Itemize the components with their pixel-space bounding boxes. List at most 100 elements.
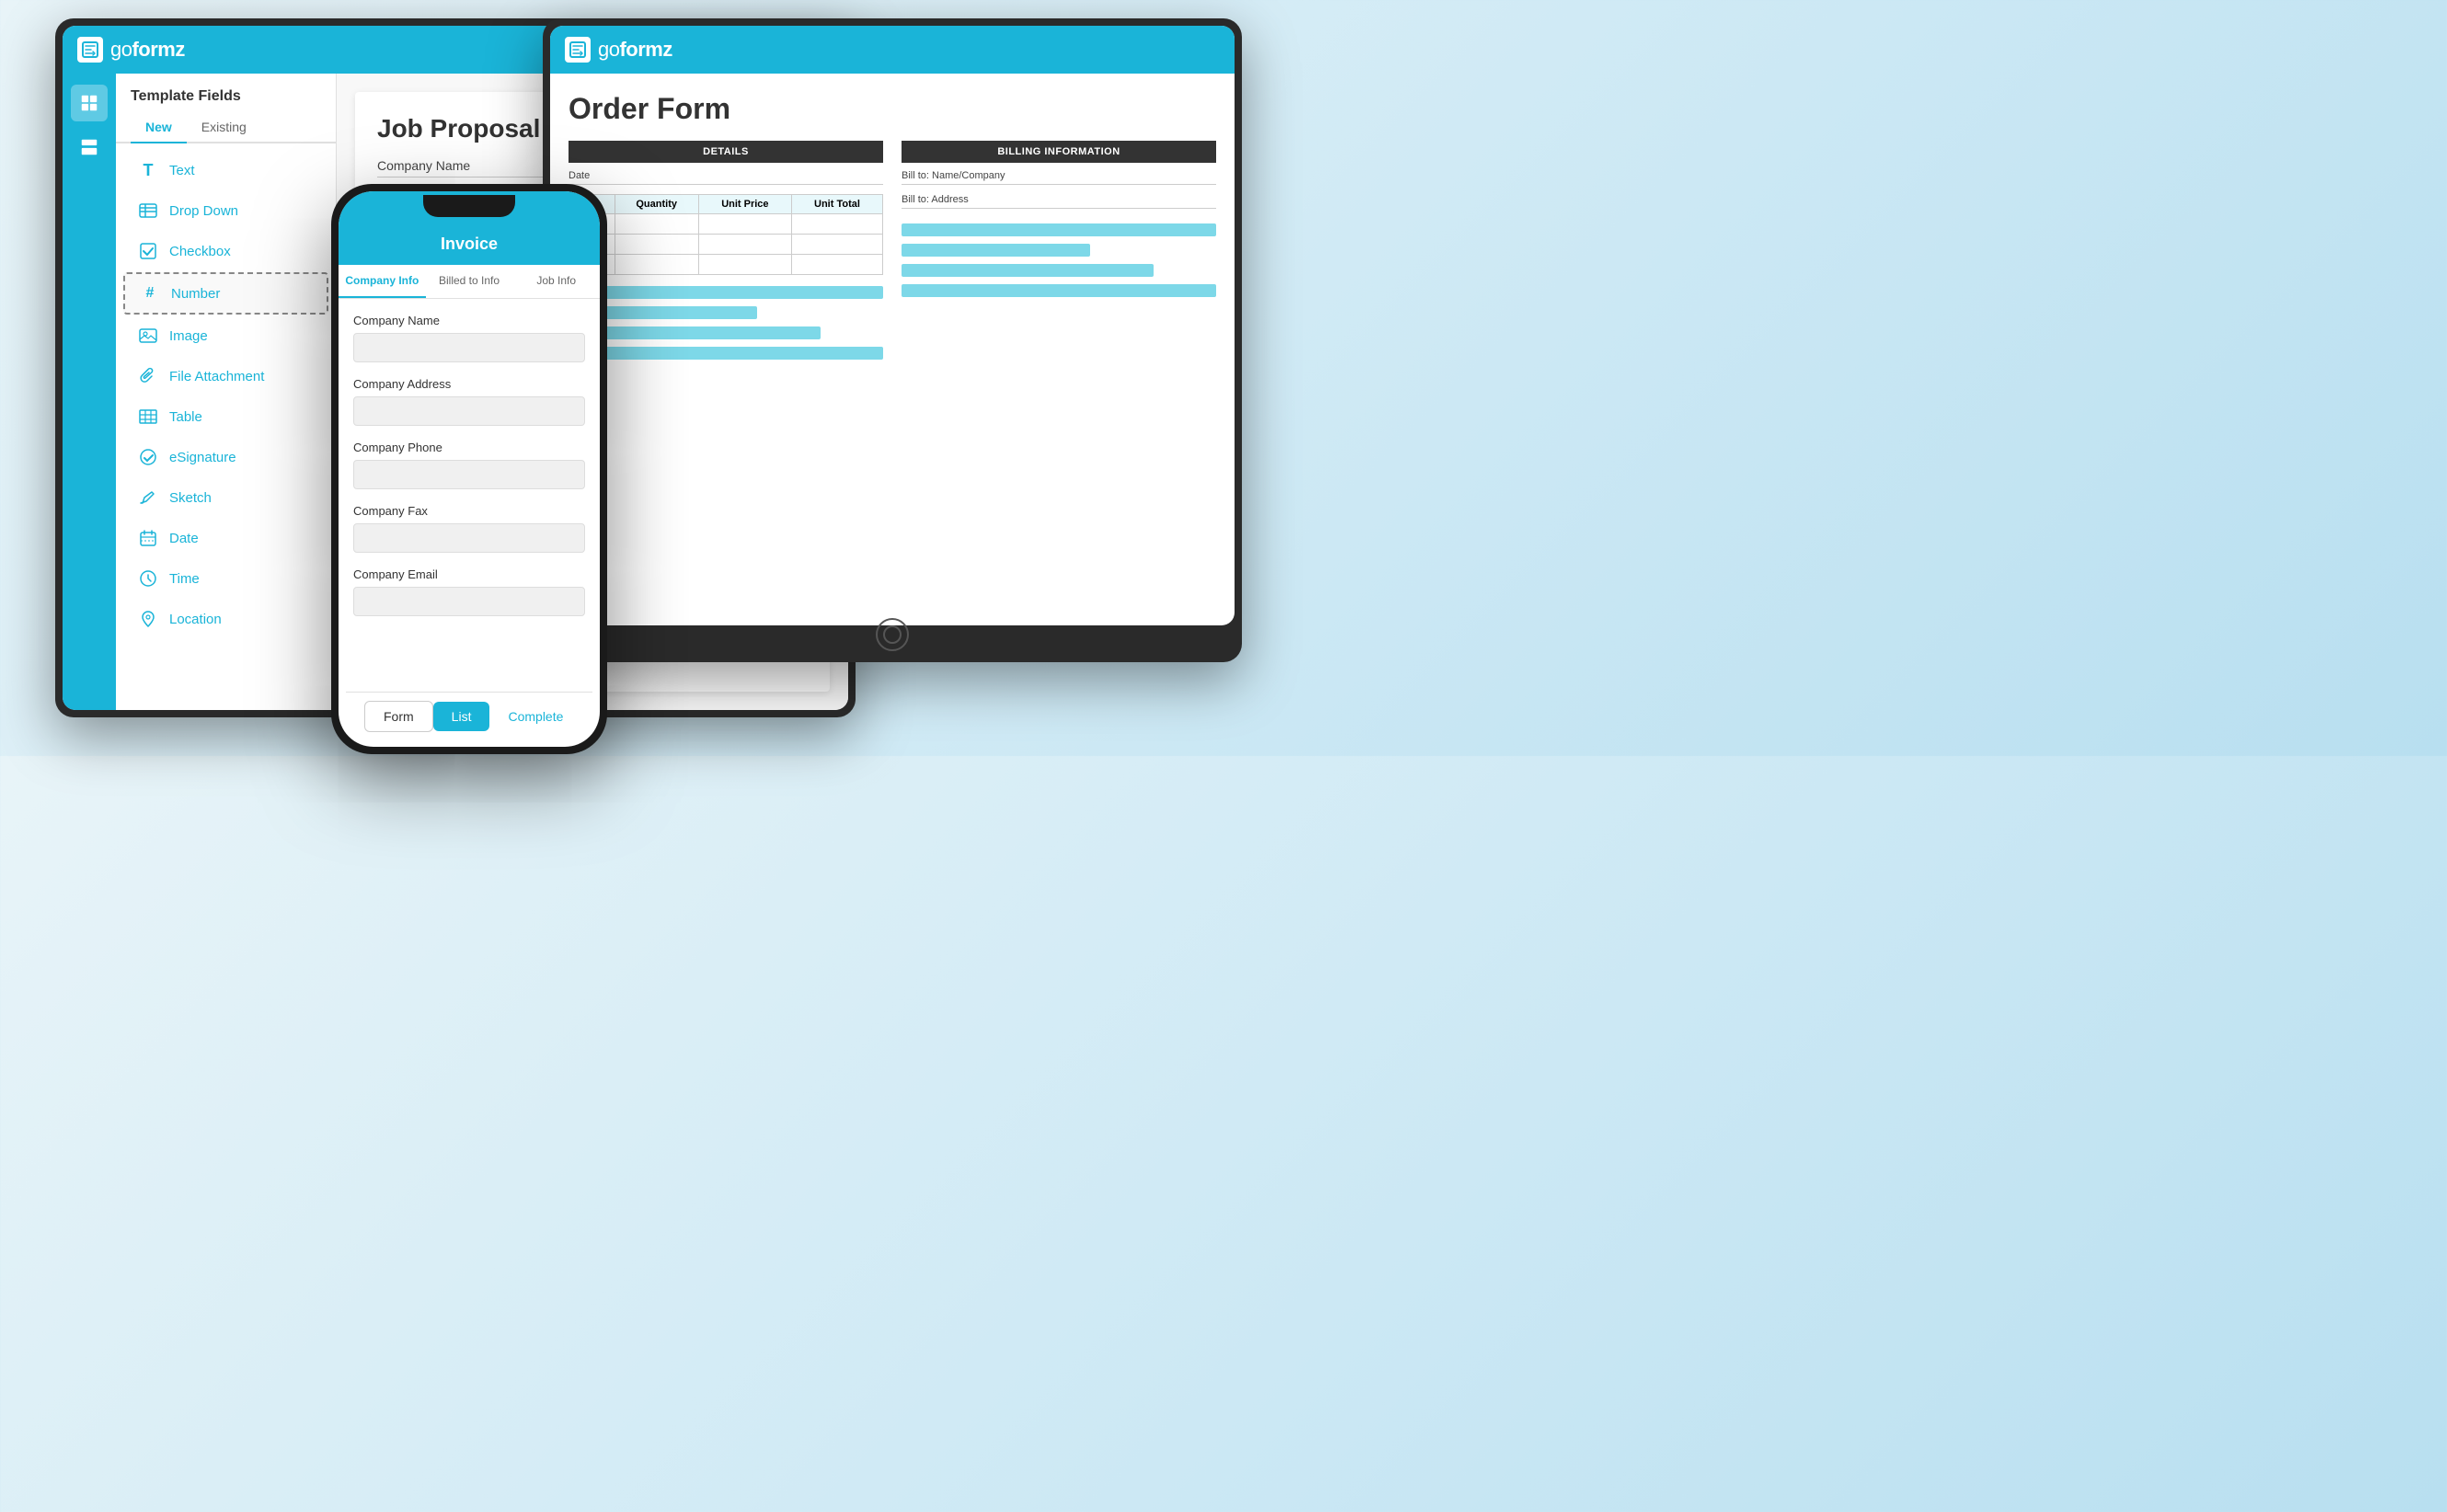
dropdown-field-icon [138, 200, 158, 221]
phone-btn-complete[interactable]: Complete [489, 702, 581, 731]
logo-icon-2 [565, 37, 591, 63]
field-item-checkbox[interactable]: Checkbox [123, 232, 328, 270]
order-items-table: ion Quantity Unit Price Unit Total [569, 194, 883, 275]
phone: Invoice Company Info Billed to Info Job … [331, 184, 607, 754]
phone-input-company-email[interactable] [353, 587, 585, 616]
field-item-text[interactable]: T Text [123, 151, 328, 189]
tab-new[interactable]: New [131, 112, 187, 143]
order-date-line [569, 184, 883, 185]
field-item-image[interactable]: Image [123, 316, 328, 355]
logo-1: goformz [77, 37, 185, 63]
field-item-sketch[interactable]: Sketch [123, 478, 328, 517]
phone-tabs: Company Info Billed to Info Job Info [339, 265, 600, 299]
phone-tab-company-info[interactable]: Company Info [339, 265, 426, 298]
phone-tab-job-info[interactable]: Job Info [512, 265, 600, 298]
phone-label-company-address: Company Address [353, 377, 585, 391]
field-item-location[interactable]: Location [123, 600, 328, 638]
phone-form-content: Company Name Company Address Company Pho… [339, 299, 600, 707]
field-label-image: Image [169, 328, 208, 344]
field-item-file[interactable]: File Attachment [123, 357, 328, 395]
order-billing-bar: BILLING INFORMATION [902, 141, 1216, 163]
phone-field-company-email: Company Email [353, 567, 585, 616]
teal-block-6 [902, 244, 1090, 257]
tab-existing[interactable]: Existing [187, 112, 261, 143]
tablet-2-home-button[interactable] [876, 618, 909, 651]
table-row [569, 214, 883, 235]
phone-screen: Invoice Company Info Billed to Info Job … [339, 191, 600, 747]
phone-input-company-address[interactable] [353, 396, 585, 426]
table-row [569, 255, 883, 275]
text-field-icon: T [138, 160, 158, 180]
field-item-date[interactable]: Date [123, 519, 328, 557]
field-item-time[interactable]: Time [123, 559, 328, 598]
logo-2: goformz [565, 37, 672, 63]
field-item-esignature[interactable]: eSignature [123, 438, 328, 476]
template-tabs: New Existing [116, 112, 336, 143]
teal-block-7 [902, 264, 1154, 277]
phone-input-company-fax[interactable] [353, 523, 585, 553]
phone-label-company-name: Company Name [353, 314, 585, 327]
phone-notch [423, 195, 515, 217]
phone-label-company-fax: Company Fax [353, 504, 585, 518]
location-field-icon [138, 609, 158, 629]
logo-text-2: goformz [598, 38, 672, 62]
field-label-time: Time [169, 571, 200, 587]
logo-text-1: goformz [110, 38, 185, 62]
number-field-icon: # [140, 283, 160, 304]
order-sections: DETAILS Date ion Quantity Unit Price Uni… [569, 141, 1216, 367]
order-bill-name-label: Bill to: Name/Company [902, 170, 1216, 181]
sidebar-layout-icon[interactable] [71, 129, 108, 166]
field-label-file: File Attachment [169, 369, 264, 384]
order-right-panel: BILLING INFORMATION Bill to: Name/Compan… [902, 141, 1216, 367]
tablet-2-home-inner [883, 625, 902, 644]
phone-input-company-name[interactable] [353, 333, 585, 362]
phone-field-company-phone: Company Phone [353, 441, 585, 489]
tablet-2: goformz Order Form DETAILS Date ion Quan… [543, 18, 1242, 662]
phone-label-company-phone: Company Phone [353, 441, 585, 454]
table-row [569, 235, 883, 255]
field-label-location: Location [169, 612, 222, 627]
field-label-esignature: eSignature [169, 450, 236, 465]
template-panel-title: Template Fields [116, 74, 336, 112]
field-label-date: Date [169, 531, 199, 546]
phone-btn-form[interactable]: Form [364, 701, 433, 732]
logo-icon-1 [77, 37, 103, 63]
checkbox-field-icon [138, 241, 158, 261]
order-form-title: Order Form [569, 92, 1216, 126]
phone-header-title: Invoice [441, 235, 498, 254]
teal-block-5 [902, 223, 1216, 236]
esignature-field-icon [138, 447, 158, 467]
field-label-number: Number [171, 286, 220, 302]
sketch-field-icon [138, 487, 158, 508]
phone-btn-list[interactable]: List [433, 702, 490, 731]
field-item-table[interactable]: Table [123, 397, 328, 436]
table-header-unit-total: Unit Total [791, 195, 882, 214]
field-item-dropdown[interactable]: Drop Down [123, 191, 328, 230]
table-header-qty: Quantity [615, 195, 698, 214]
table-field-icon [138, 407, 158, 427]
order-bill-addr-line [902, 208, 1216, 209]
field-label-table: Table [169, 409, 202, 425]
field-item-number[interactable]: # Number ↖ [123, 272, 328, 315]
order-date-label: Date [569, 170, 883, 181]
time-field-icon [138, 568, 158, 589]
teal-block-4 [569, 347, 883, 360]
field-label-sketch: Sketch [169, 490, 212, 506]
phone-field-company-address: Company Address [353, 377, 585, 426]
order-bill-addr-label: Bill to: Address [902, 194, 1216, 205]
date-field-icon [138, 528, 158, 548]
field-label-dropdown: Drop Down [169, 203, 238, 219]
phone-label-company-email: Company Email [353, 567, 585, 581]
field-label-text: Text [169, 163, 195, 178]
image-field-icon [138, 326, 158, 346]
tablet-2-screen: goformz Order Form DETAILS Date ion Quan… [550, 26, 1235, 625]
tablet-2-content: Order Form DETAILS Date ion Quantity Uni… [550, 74, 1235, 385]
tablet-2-header: goformz [550, 26, 1235, 74]
phone-bottom-bar: Form List Complete [346, 692, 592, 739]
order-left-panel: DETAILS Date ion Quantity Unit Price Uni… [569, 141, 883, 367]
phone-tab-billed-to[interactable]: Billed to Info [426, 265, 513, 298]
field-label-checkbox: Checkbox [169, 244, 231, 259]
template-panel: Template Fields New Existing T Text [116, 74, 337, 710]
sidebar-templates-icon[interactable] [71, 85, 108, 121]
phone-input-company-phone[interactable] [353, 460, 585, 489]
